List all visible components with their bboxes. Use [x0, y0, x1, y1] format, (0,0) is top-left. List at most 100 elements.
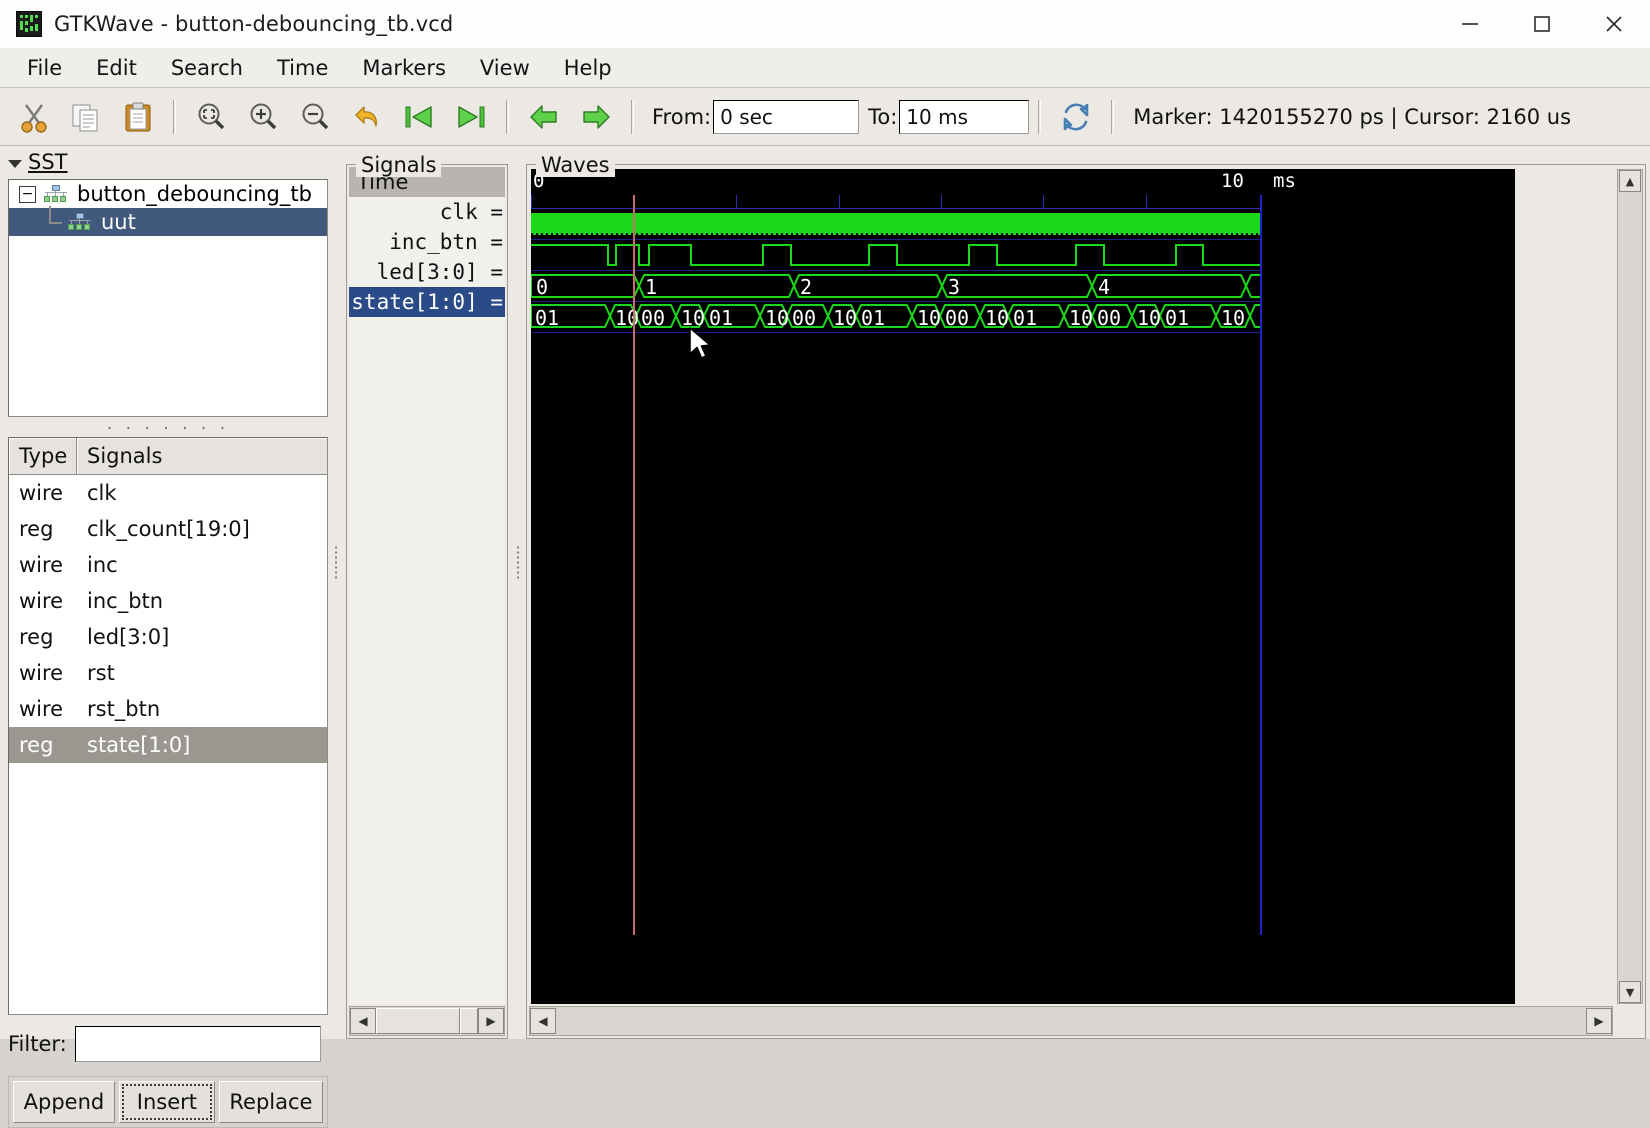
waves-vscrollbar[interactable]: ▲ ▼ — [1617, 169, 1643, 1004]
scroll-up-icon[interactable]: ▲ — [1619, 170, 1641, 192]
signal-list[interactable]: Type Signals wire clk reg clk_count[19:0… — [8, 437, 328, 1015]
signal-row-clk-count[interactable]: reg clk_count[19:0] — [9, 511, 327, 547]
state-value-3: 10 — [681, 306, 706, 330]
state-value-6: 00 — [792, 306, 817, 330]
signals-pane: Signals Time clk = inc_btn = led[3:0] = … — [346, 153, 508, 1039]
tree-elbow-icon — [43, 205, 65, 231]
waves-pane-frame: 0 10 ms 0 1 2 3 4 01 10 00 10 01 10 00 1… — [526, 164, 1646, 1039]
menu-file[interactable]: File — [14, 52, 75, 84]
chevron-down-icon[interactable] — [8, 159, 22, 168]
reload-icon[interactable] — [1050, 93, 1102, 141]
signal-name: inc_btn — [87, 589, 164, 613]
menu-search[interactable]: Search — [158, 52, 256, 84]
wave-name-state[interactable]: state[1:0] = — [349, 287, 505, 317]
state-value-14: 00 — [1097, 306, 1122, 330]
scroll-left-icon[interactable]: ◀ — [530, 1008, 556, 1034]
signal-type: wire — [19, 481, 64, 505]
wave-name-led[interactable]: led[3:0] = — [349, 257, 505, 287]
paste-icon[interactable] — [112, 93, 164, 141]
cut-icon[interactable] — [8, 93, 60, 141]
wave-row-led[interactable]: 0 1 2 3 4 — [531, 271, 1262, 301]
back-icon[interactable] — [518, 93, 570, 141]
time-ruler[interactable]: 0 10 ms — [531, 169, 1515, 195]
menu-edit[interactable]: Edit — [83, 52, 150, 84]
state-value-9: 10 — [917, 306, 942, 330]
replace-button[interactable]: Replace — [218, 1081, 323, 1123]
state-value-2: 00 — [641, 306, 666, 330]
scroll-right-icon[interactable]: ▶ — [1586, 1008, 1612, 1034]
go-to-start-icon[interactable] — [393, 93, 445, 141]
column-header-type[interactable]: Type — [9, 438, 77, 474]
signals-hscroll-thumb-right[interactable] — [460, 1008, 478, 1034]
sst-header[interactable]: SST — [0, 147, 336, 177]
copy-icon[interactable] — [60, 93, 112, 141]
wave-row-clk[interactable] — [531, 209, 1262, 239]
toolbar-separator-2 — [506, 100, 509, 134]
marker-line[interactable] — [1260, 195, 1262, 935]
signal-row-state[interactable]: reg state[1:0] — [9, 727, 327, 763]
minimize-icon[interactable] — [1434, 0, 1506, 48]
tree-item-button-debouncing-tb[interactable]: − button_debouncing_tb — [9, 180, 327, 208]
signal-row-inc[interactable]: wire inc — [9, 547, 327, 583]
pane-splitter-right[interactable]: · · · · · · · — [513, 540, 523, 586]
waves-vscroll-track[interactable] — [1619, 192, 1641, 981]
signals-hscroll-thumb[interactable] — [376, 1008, 461, 1034]
wave-name-clk[interactable]: clk = — [349, 197, 505, 227]
state-value-12: 01 — [1013, 306, 1038, 330]
signal-row-rst-btn[interactable]: wire rst_btn — [9, 691, 327, 727]
zoom-out-icon[interactable] — [289, 93, 341, 141]
undo-icon[interactable] — [341, 93, 393, 141]
maximize-icon[interactable] — [1506, 0, 1578, 48]
menu-markers[interactable]: Markers — [349, 52, 459, 84]
wave-row-divider — [531, 332, 1262, 333]
wave-name-inc-btn[interactable]: inc_btn = — [349, 227, 505, 257]
signal-type: wire — [19, 553, 64, 577]
forward-icon[interactable] — [570, 93, 622, 141]
signal-row-led[interactable]: reg led[3:0] — [9, 619, 327, 655]
signal-type: wire — [19, 589, 64, 613]
signal-type: reg — [19, 733, 54, 757]
filter-input[interactable] — [74, 1026, 321, 1062]
sst-tree[interactable]: − button_debouncing_tb uut — [8, 179, 328, 417]
signal-action-buttons: Append Insert Replace — [8, 1076, 328, 1128]
to-input[interactable] — [899, 100, 1030, 134]
column-header-signals[interactable]: Signals — [77, 438, 327, 474]
append-button[interactable]: Append — [13, 1081, 115, 1123]
zoom-fit-icon[interactable] — [185, 93, 237, 141]
scroll-left-icon[interactable]: ◀ — [350, 1008, 376, 1034]
signals-hscrollbar[interactable]: ◀ ▶ — [349, 1006, 505, 1036]
cursor-line[interactable] — [633, 195, 635, 935]
to-label: To: — [868, 105, 898, 129]
zoom-in-icon[interactable] — [237, 93, 289, 141]
filter-row: Filter: — [8, 1026, 321, 1062]
scroll-down-icon[interactable]: ▼ — [1619, 981, 1641, 1003]
from-input[interactable] — [713, 100, 860, 134]
collapse-expander-icon[interactable]: − — [19, 185, 36, 203]
signal-row-clk[interactable]: wire clk — [9, 475, 327, 511]
insert-button[interactable]: Insert — [118, 1081, 215, 1123]
close-icon[interactable] — [1578, 0, 1650, 48]
tree-item-uut[interactable]: uut — [9, 205, 327, 236]
signals-name-list[interactable]: Time clk = inc_btn = led[3:0] = state[1:… — [349, 167, 505, 1004]
signal-row-inc-btn[interactable]: wire inc_btn — [9, 583, 327, 619]
ruler-tickbar — [531, 195, 1262, 209]
pane-resize-grip[interactable]: · · · · · · · — [0, 419, 336, 439]
marker-cursor-status: Marker: 1420155270 ps | Cursor: 2160 us — [1133, 105, 1572, 129]
wave-canvas[interactable]: 0 10 ms 0 1 2 3 4 01 10 00 10 01 10 00 1… — [531, 169, 1515, 1004]
led-value-3: 3 — [948, 275, 961, 299]
state-value-16: 01 — [1165, 306, 1190, 330]
window-title: GTKWave - button-debouncing_tb.vcd — [54, 12, 454, 36]
toolbar-separator-4 — [1038, 100, 1042, 134]
menu-view[interactable]: View — [467, 52, 543, 84]
wave-row-inc-btn[interactable] — [531, 240, 1262, 270]
wave-row-state[interactable]: 01 10 00 10 01 10 00 10 01 10 00 10 01 1… — [531, 302, 1262, 332]
go-to-end-icon[interactable] — [445, 93, 497, 141]
waves-hscrollbar[interactable]: ◀ ▶ — [529, 1006, 1613, 1036]
signal-row-rst[interactable]: wire rst — [9, 655, 327, 691]
menu-time[interactable]: Time — [264, 52, 341, 84]
signal-type: reg — [19, 517, 54, 541]
pane-splitter-left[interactable]: · · · · · · · — [331, 540, 341, 586]
signals-pane-title: Signals — [356, 153, 442, 177]
scroll-right-icon[interactable]: ▶ — [478, 1008, 504, 1034]
menu-help[interactable]: Help — [551, 52, 625, 84]
